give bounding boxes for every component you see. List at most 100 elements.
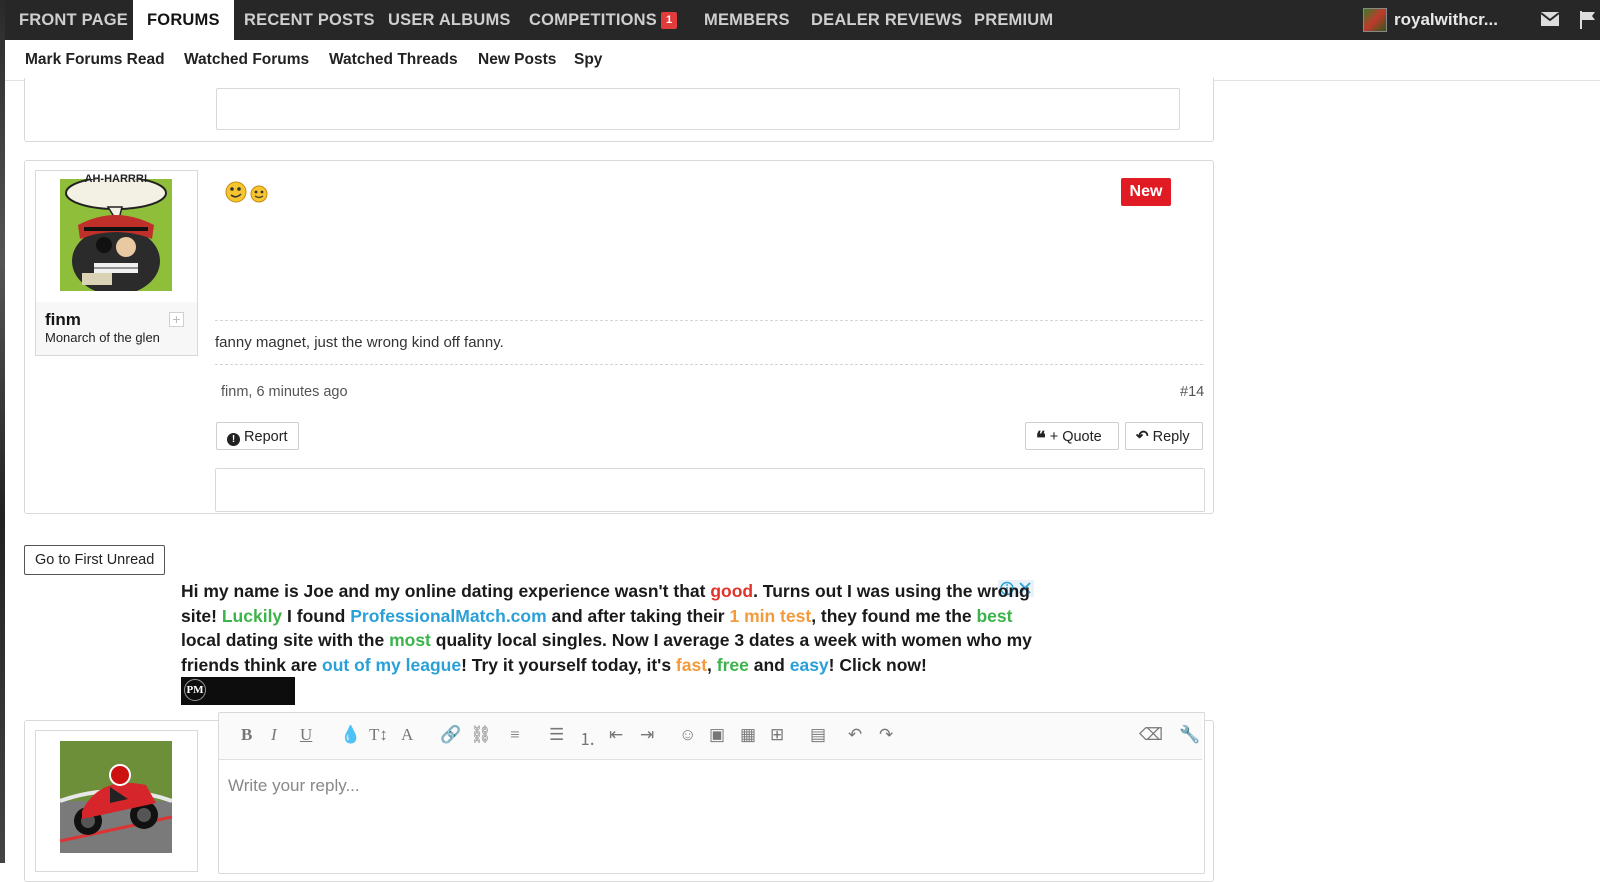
top-navigation: FRONT PAGE FORUMS RECENT POSTS USER ALBU… (5, 0, 1600, 40)
flag-icon[interactable] (1578, 10, 1598, 35)
post-author[interactable]: finm (45, 310, 81, 330)
ad-text-segment: fast (675, 654, 708, 675)
ad-text-segment: , (707, 654, 717, 675)
text-color-icon[interactable]: 💧 (340, 725, 361, 745)
avatar[interactable] (60, 179, 172, 291)
ad-text-segment: most (389, 630, 431, 650)
smilies-icon[interactable]: ☺ (679, 725, 696, 745)
unlink-icon[interactable]: ⛓ (470, 725, 492, 745)
underline-icon[interactable]: U (300, 725, 312, 745)
alert-icon: ! (227, 433, 240, 446)
tab-label: FORUMS (147, 11, 220, 29)
tab-label: USER ALBUMS (388, 11, 511, 29)
reply-button[interactable]: ↶ Reply (1125, 422, 1203, 450)
tab-label: MEMBERS (704, 11, 790, 29)
user-title: Monarch of the glen (45, 330, 160, 345)
signature-box (215, 468, 1205, 512)
tab-label: RECENT POSTS (244, 11, 375, 29)
professionalmatch-logo[interactable]: PMPROFESSIONALMATCH (181, 677, 295, 724)
tab-forums[interactable]: FORUMS (133, 0, 234, 40)
forum-subnav: Mark Forums Read Watched Forums Watched … (5, 40, 1600, 81)
signature-box (216, 88, 1180, 130)
ad-text: Hi my name is Joe and my online dating e… (181, 581, 1032, 675)
logo-mark: PM (184, 679, 206, 701)
post-14 (24, 160, 1214, 514)
outdent-icon[interactable]: ⇤ (609, 725, 623, 745)
font-size-icon[interactable]: T↕ (369, 725, 388, 745)
tab-label: PREMIUM (974, 11, 1054, 29)
go-to-first-unread-button[interactable]: Go to First Unread (24, 545, 166, 575)
report-button[interactable]: ! Report (216, 422, 299, 450)
mark-forums-read-link[interactable]: Mark Forums Read (25, 40, 165, 80)
ad-text-segment: ! Click now! (828, 654, 927, 675)
indent-icon[interactable]: ⇥ (640, 725, 654, 745)
ad-text-segment: 1 min test (729, 605, 812, 626)
avatar-caption: AH-HARRR! (84, 173, 148, 185)
tab-front-page[interactable]: FRONT PAGE (5, 0, 142, 40)
ad-text-segment: ProfessionalMatch.com (350, 605, 547, 626)
ad-text-segment: best (976, 605, 1013, 626)
new-post-badge: New (1121, 178, 1171, 206)
window-edge (0, 0, 5, 863)
smiley-icon (225, 180, 271, 209)
image-icon[interactable]: ▣ (709, 725, 725, 745)
insert-icon[interactable]: ⊞ (770, 725, 784, 745)
align-icon[interactable]: ≡ (510, 725, 520, 745)
reply-icon: ↶ (1136, 428, 1149, 445)
media-icon[interactable]: ▦ (740, 725, 756, 745)
new-posts-link[interactable]: New Posts (478, 40, 556, 80)
ad-text-segment: , they found me the (811, 605, 977, 626)
previous-post (24, 78, 1214, 142)
ad-text-segment: Hi my name is Joe and my online dating e… (181, 581, 711, 601)
report-label: Report (244, 429, 288, 445)
reply-label: Reply (1152, 429, 1190, 445)
post-number[interactable]: #14 (1180, 384, 1204, 400)
competitions-badge: 1 (661, 12, 678, 29)
envelope-icon[interactable] (1540, 10, 1560, 33)
ad-text-segment: free (716, 654, 749, 675)
reply-input[interactable]: Write your reply... (228, 776, 360, 796)
remove-format-icon[interactable]: ⌫ (1139, 725, 1163, 745)
numbered-list-icon[interactable]: ⒈ (579, 725, 596, 750)
quote-button[interactable]: ❝ + Quote (1025, 422, 1119, 450)
username: royalwithcr... (1394, 10, 1498, 29)
ad-text-segment: Luckily (221, 605, 283, 626)
bullet-list-icon[interactable]: ☰ (549, 725, 564, 745)
tab-label: COMPETITIONS (529, 11, 657, 29)
ad-text-segment: easy (789, 654, 829, 675)
redo-icon[interactable]: ↷ (879, 725, 893, 745)
user-menu[interactable]: royalwithcr... (1394, 0, 1498, 40)
divider (215, 364, 1203, 365)
post-message: fanny magnet, just the wrong kind off fa… (215, 334, 504, 351)
tab-members[interactable]: MEMBERS (690, 0, 804, 40)
user-avatar[interactable] (1363, 8, 1387, 32)
undo-icon[interactable]: ↶ (848, 725, 862, 745)
ad-text-segment: ! Try it yourself today, it's (461, 654, 676, 675)
tab-label: DEALER REVIEWS (811, 11, 963, 29)
quote-label: + Quote (1049, 429, 1102, 445)
ad-text-segment: and (748, 654, 790, 675)
ad-text-segment: good (710, 581, 754, 601)
ad-text-segment: I found (282, 605, 351, 626)
font-family-icon[interactable]: A (401, 725, 413, 745)
save-draft-icon[interactable]: ▤ (810, 725, 826, 745)
watched-threads-link[interactable]: Watched Threads (329, 40, 458, 80)
italic-icon[interactable]: I (271, 725, 277, 745)
tab-premium[interactable]: PREMIUM (960, 0, 1067, 40)
post-meta[interactable]: finm, 6 minutes ago (221, 384, 348, 400)
watched-forums-link[interactable]: Watched Forums (184, 40, 309, 80)
dating-ad[interactable]: Hi my name is Joe and my online dating e… (181, 579, 1036, 724)
tab-user-albums[interactable]: USER ALBUMS (374, 0, 525, 40)
tab-dealer-reviews[interactable]: DEALER REVIEWS (797, 0, 976, 40)
expand-user-info-icon[interactable]: + (169, 312, 184, 327)
link-icon[interactable]: 🔗 (440, 725, 461, 745)
tab-recent-posts[interactable]: RECENT POSTS (230, 0, 389, 40)
bold-icon[interactable]: B (241, 725, 252, 745)
spy-link[interactable]: Spy (574, 40, 602, 80)
my-avatar[interactable] (60, 741, 172, 853)
ad-text-segment: and after taking their (546, 605, 730, 626)
wrench-icon[interactable]: 🔧 (1179, 725, 1200, 745)
tab-label: FRONT PAGE (19, 11, 128, 29)
quote-icon: ❝ (1036, 428, 1046, 448)
tab-competitions[interactable]: COMPETITIONS 1 (515, 0, 691, 40)
